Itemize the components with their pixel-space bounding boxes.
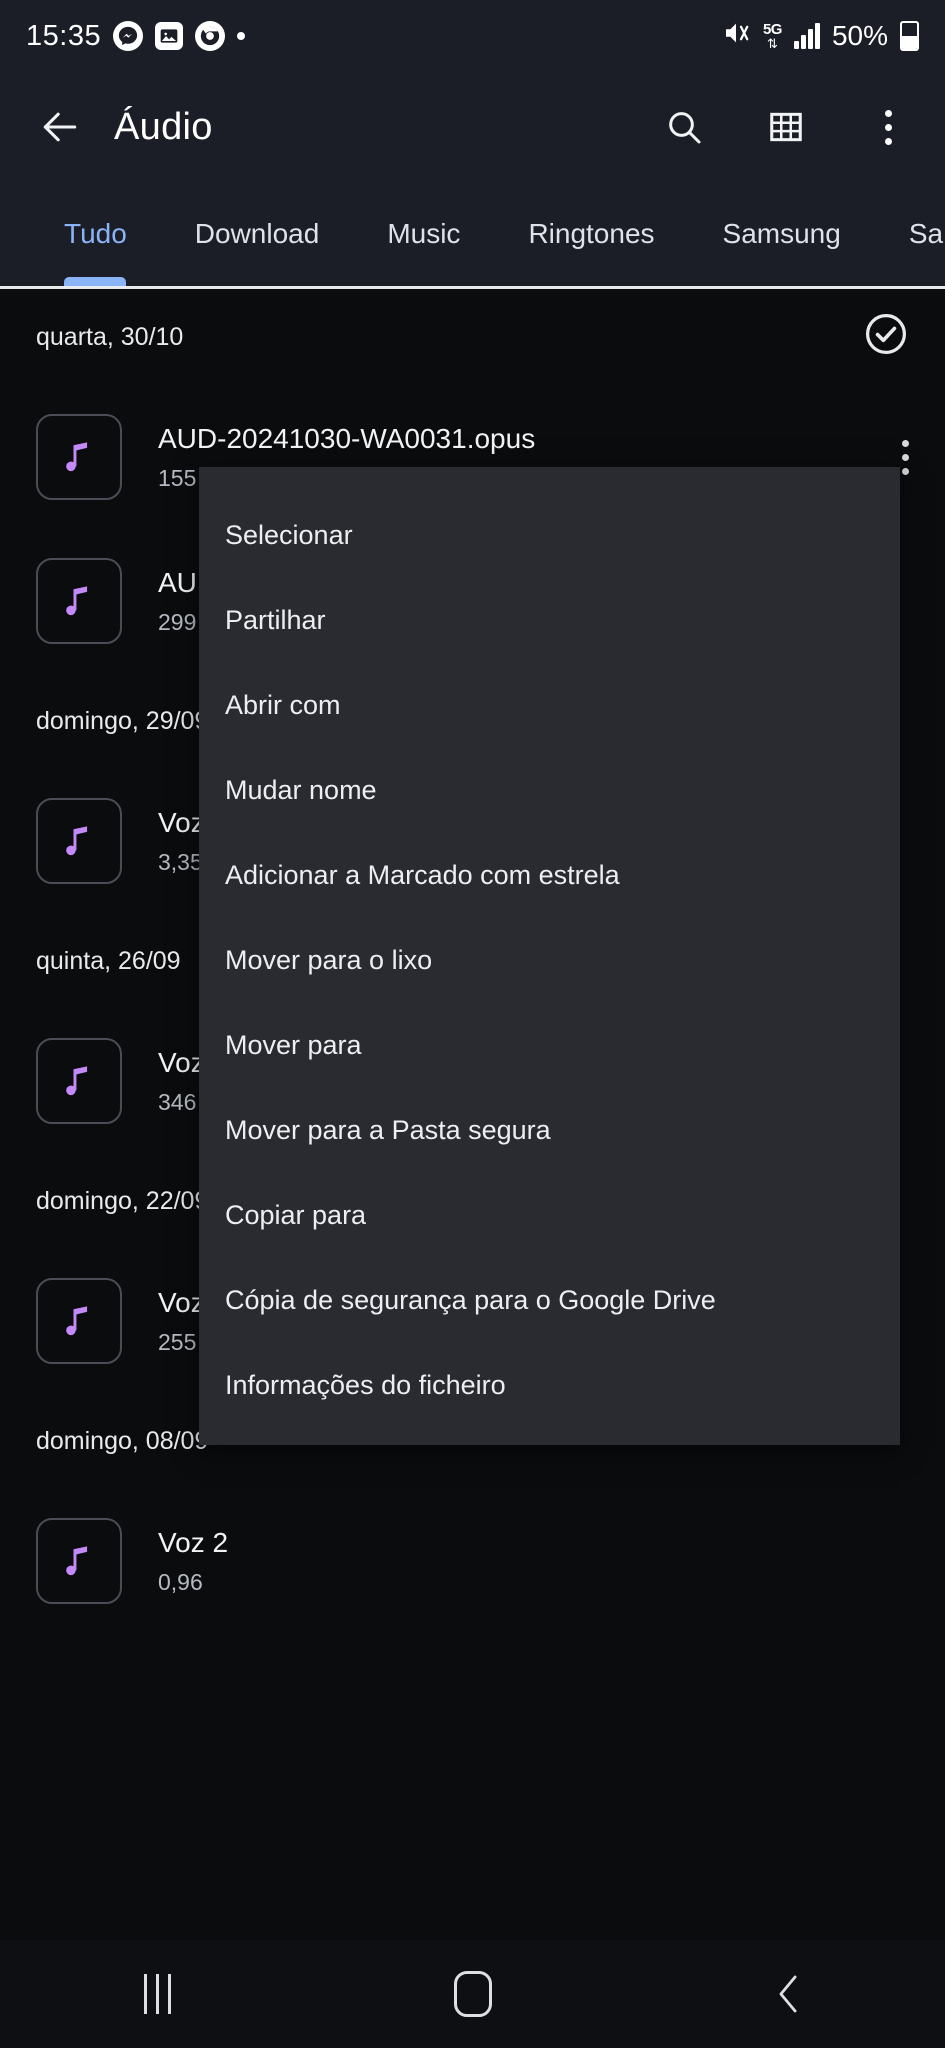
music-note-icon xyxy=(36,558,122,644)
app-bar-actions xyxy=(661,104,911,150)
menu-item[interactable]: Partilhar xyxy=(199,578,900,663)
search-icon[interactable] xyxy=(661,104,707,150)
menu-item[interactable]: Adicionar a Marcado com estrela xyxy=(199,833,900,918)
file-name: AUD-20241030-WA0031.opus xyxy=(158,422,536,454)
menu-item-label: Abrir com xyxy=(225,690,341,720)
gallery-icon xyxy=(155,22,184,50)
status-bar: 15:35 5G ⇅ 50% xyxy=(0,0,945,72)
tab-label: Ringtones xyxy=(528,218,655,249)
date-group-header: quarta, 30/10 xyxy=(0,289,945,385)
music-note-icon xyxy=(36,414,122,500)
music-note-icon xyxy=(36,1278,122,1364)
menu-item[interactable]: Mover para o lixo xyxy=(199,918,900,1003)
tab-label: Tudo xyxy=(64,218,127,249)
system-navigation-bar xyxy=(0,1940,945,2048)
messenger-icon xyxy=(113,21,144,51)
overflow-menu-icon[interactable] xyxy=(865,104,911,150)
home-icon[interactable] xyxy=(413,1940,533,2048)
file-overflow-menu-icon[interactable] xyxy=(902,439,909,475)
active-tab-indicator xyxy=(64,277,127,286)
menu-item-label: Informações do ficheiro xyxy=(225,1370,506,1400)
file-meta: Voz 2 0,96 xyxy=(158,1527,228,1596)
tab-samsung[interactable]: Samsung xyxy=(689,182,875,286)
recents-icon[interactable] xyxy=(98,1940,218,2048)
menu-item[interactable]: Selecionar xyxy=(199,493,900,578)
status-bar-left: 15:35 xyxy=(26,19,246,53)
menu-item[interactable]: Mover para xyxy=(199,1003,900,1088)
app-bar: Áudio xyxy=(0,72,945,182)
battery-percent-label: 50% xyxy=(831,20,888,51)
tab-music[interactable]: Music xyxy=(353,182,494,286)
menu-item-label: Mover para o lixo xyxy=(225,945,433,975)
battery-icon xyxy=(900,21,919,51)
page-title: Áudio xyxy=(114,105,213,148)
music-note-icon xyxy=(36,798,122,884)
chrome-icon xyxy=(195,21,226,51)
file-row[interactable]: Voz 2 0,96 xyxy=(0,1489,945,1633)
tab-label: Samsung xyxy=(722,218,841,249)
status-bar-right: 5G ⇅ 50% xyxy=(721,18,919,55)
phone-screen: 15:35 5G ⇅ 50% Áudio Tudo Download Music… xyxy=(0,0,945,2048)
menu-item-label: Mudar nome xyxy=(225,775,377,805)
mute-icon xyxy=(721,18,751,55)
menu-item[interactable]: Cópia de segurança para o Google Drive xyxy=(199,1258,900,1343)
music-note-icon xyxy=(36,1038,122,1124)
tab-ringtones[interactable]: Ringtones xyxy=(494,182,688,286)
tab-bar[interactable]: Tudo Download Music Ringtones Samsung Sa xyxy=(0,182,945,286)
date-label: domingo, 22/09 xyxy=(36,1186,209,1215)
menu-item-label: Selecionar xyxy=(225,520,353,550)
menu-item-label: Mover para xyxy=(225,1030,362,1060)
notification-dot-icon xyxy=(237,32,246,40)
date-label: quinta, 26/09 xyxy=(36,946,181,975)
date-label: domingo, 08/09 xyxy=(36,1426,209,1455)
grid-view-icon[interactable] xyxy=(763,104,809,150)
check-circle-icon[interactable] xyxy=(863,311,909,364)
menu-item-label: Mover para a Pasta segura xyxy=(225,1115,551,1145)
tab-tudo[interactable]: Tudo xyxy=(30,182,161,286)
file-name: Voz 2 xyxy=(158,1526,229,1558)
back-chevron-icon[interactable] xyxy=(728,1940,848,2048)
signal-bars-icon xyxy=(793,23,820,49)
menu-item-label: Cópia de segurança para o Google Drive xyxy=(225,1285,716,1315)
back-button[interactable] xyxy=(34,101,86,153)
status-clock: 15:35 xyxy=(26,19,102,52)
menu-item-label: Partilhar xyxy=(225,605,326,635)
menu-item[interactable]: Abrir com xyxy=(199,663,900,748)
context-menu[interactable]: Selecionar Partilhar Abrir com Mudar nome Ad… xyxy=(199,467,900,1445)
menu-item-label: Copiar para xyxy=(225,1200,367,1230)
menu-item[interactable]: Copiar para xyxy=(199,1173,900,1258)
file-size-and-date: 0,96 xyxy=(158,1568,203,1595)
tab-sa[interactable]: Sa xyxy=(875,182,945,286)
date-label: domingo, 29/09 xyxy=(36,706,209,735)
music-note-icon xyxy=(36,1518,122,1604)
menu-item[interactable]: Informações do ficheiro xyxy=(199,1343,900,1428)
menu-item-label: Adicionar a Marcado com estrela xyxy=(225,860,620,890)
date-label: quarta, 30/10 xyxy=(36,322,184,351)
network-type-icon: 5G ⇅ xyxy=(762,21,783,51)
tab-download[interactable]: Download xyxy=(161,182,354,286)
tab-label: Sa xyxy=(908,218,944,249)
menu-item[interactable]: Mover para a Pasta segura xyxy=(199,1088,900,1173)
menu-item[interactable]: Mudar nome xyxy=(199,748,900,833)
tab-label: Download xyxy=(194,218,320,249)
tab-label: Music xyxy=(387,218,461,249)
